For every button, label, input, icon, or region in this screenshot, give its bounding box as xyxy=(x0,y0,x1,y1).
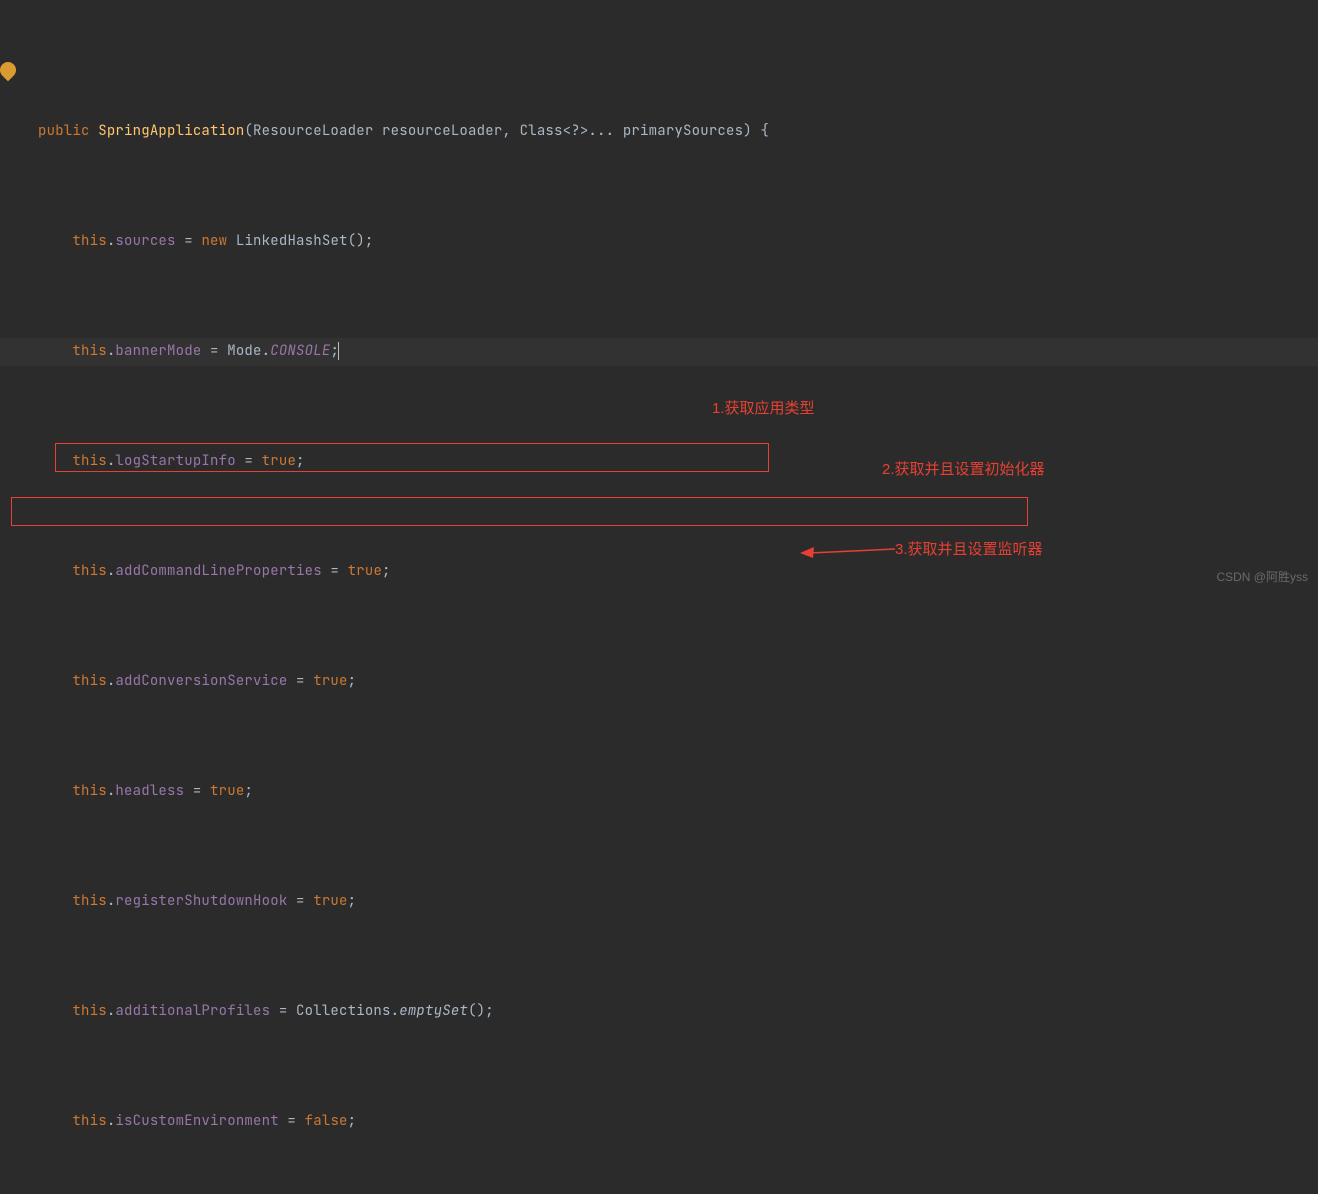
code-line: this.addConversionService = true; xyxy=(0,668,1318,696)
code-line: this.logStartupInfo = true; xyxy=(0,448,1318,476)
annotation-3: 3.获取并且设置监听器 xyxy=(895,536,1043,564)
watermark: CSDN @阿胜yss xyxy=(1216,564,1308,592)
code-line: public SpringApplication(ResourceLoader … xyxy=(0,118,1318,146)
code-line: this.bannerMode = Mode.CONSOLE; xyxy=(0,338,1318,366)
code-line: this.additionalProfiles = Collections.em… xyxy=(0,998,1318,1026)
intention-bulb-icon[interactable] xyxy=(0,59,19,82)
code-line: this.addCommandLineProperties = true; xyxy=(0,558,1318,586)
code-line: this.sources = new LinkedHashSet(); xyxy=(0,228,1318,256)
code-line: this.isCustomEnvironment = false; xyxy=(0,1108,1318,1136)
annotation-2: 2.获取并且设置初始化器 xyxy=(882,456,1045,484)
text-cursor xyxy=(338,342,339,360)
code-line: this.registerShutdownHook = true; xyxy=(0,888,1318,916)
code-line: this.headless = true; xyxy=(0,778,1318,806)
code-editor[interactable]: public SpringApplication(ResourceLoader … xyxy=(0,0,1318,597)
annotation-1: 1.获取应用类型 xyxy=(712,395,815,423)
highlight-box-2 xyxy=(11,497,1028,526)
arrow-icon xyxy=(800,545,895,559)
